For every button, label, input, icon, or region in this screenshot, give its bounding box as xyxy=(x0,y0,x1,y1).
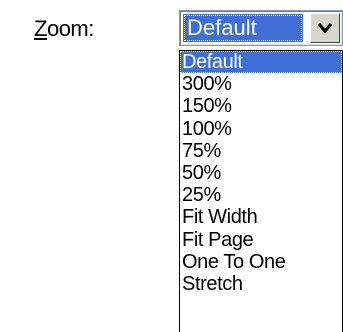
zoom-option-150[interactable]: 150% xyxy=(180,95,342,117)
zoom-option-25[interactable]: 25% xyxy=(180,184,342,206)
zoom-label-text: oom: xyxy=(46,16,94,41)
zoom-selected-value[interactable]: Default xyxy=(183,14,303,42)
chevron-down-icon xyxy=(317,22,333,34)
zoom-option-50[interactable]: 50% xyxy=(180,162,342,184)
zoom-option-stretch[interactable]: Stretch xyxy=(180,273,342,295)
zoom-dropdown-list[interactable]: Default 300% 150% 100% 75% 50% 25% Fit W… xyxy=(179,50,343,332)
zoom-option-default[interactable]: Default xyxy=(180,51,342,74)
zoom-option-300[interactable]: 300% xyxy=(180,73,342,95)
zoom-dropdown-button[interactable] xyxy=(310,13,340,43)
zoom-combobox[interactable]: Default xyxy=(179,10,343,46)
zoom-option-75[interactable]: 75% xyxy=(180,140,342,162)
zoom-option-fit-width[interactable]: Fit Width xyxy=(180,206,342,228)
zoom-label-mnemonic: Z xyxy=(34,16,47,41)
zoom-option-fit-page[interactable]: Fit Page xyxy=(180,229,342,251)
zoom-option-one-to-one[interactable]: One To One xyxy=(180,251,342,273)
zoom-option-100[interactable]: 100% xyxy=(180,118,342,140)
zoom-label: Zoom: xyxy=(34,16,94,42)
